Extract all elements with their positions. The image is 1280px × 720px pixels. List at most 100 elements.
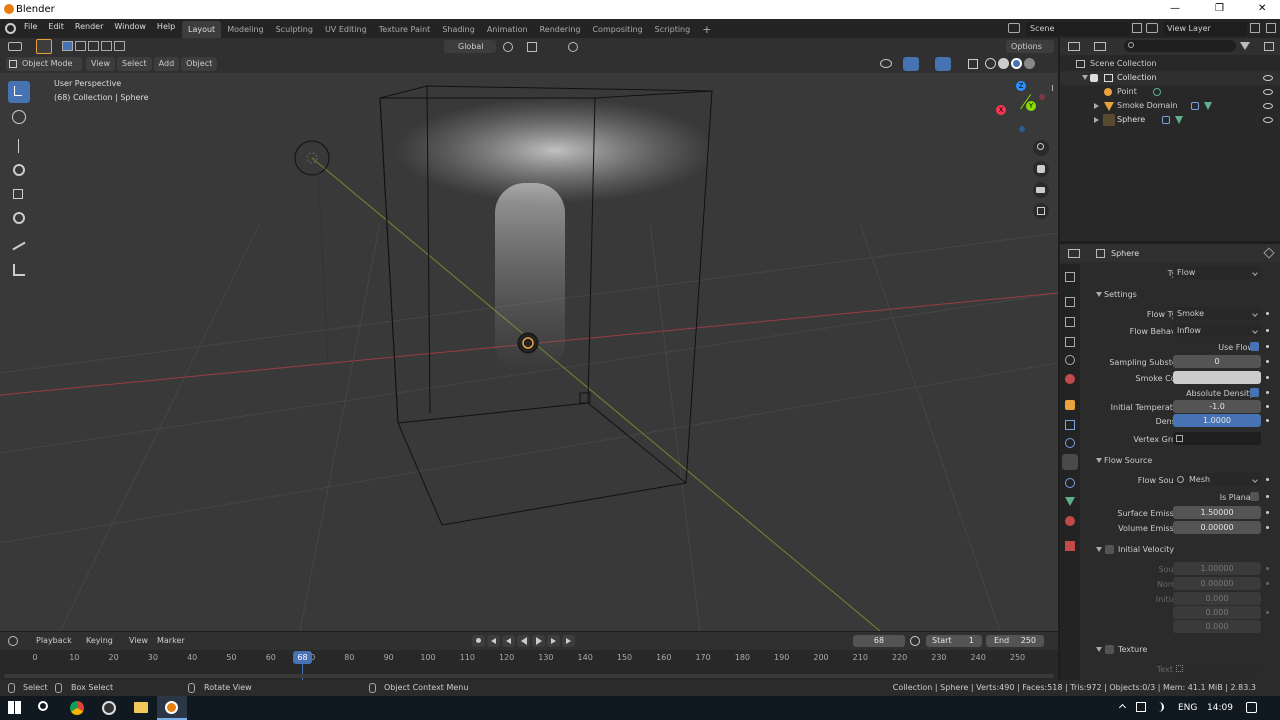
outliner-row-smoke-domain[interactable]: Smoke Domain <box>1060 99 1280 113</box>
transform-tool[interactable] <box>8 207 30 229</box>
render-tab-icon[interactable] <box>1065 297 1075 307</box>
minimize-button[interactable]: — <box>1170 4 1180 14</box>
tab-texture-paint[interactable]: Texture Paint <box>373 21 437 38</box>
display-mode-icon[interactable] <box>1094 42 1106 51</box>
menu-render[interactable]: Render <box>75 23 103 31</box>
vertex-group-field[interactable] <box>1173 432 1261 445</box>
volume-icon[interactable] <box>1154 702 1164 712</box>
texture-checkbox[interactable] <box>1105 645 1114 654</box>
camera-view-button[interactable] <box>1033 182 1049 198</box>
sampling-field[interactable]: 0 <box>1173 355 1261 368</box>
point-eye-icon[interactable] <box>1263 89 1273 95</box>
mode-dropdown[interactable]: Object Mode <box>6 57 82 71</box>
density-field[interactable]: 1.0000 <box>1173 414 1261 427</box>
playhead[interactable]: 68 <box>293 651 312 664</box>
cursor-tool[interactable] <box>8 106 30 128</box>
navigation-gizmo[interactable]: Z Y X <box>994 81 1048 135</box>
scene-tab-icon[interactable] <box>1065 355 1075 365</box>
menu-select[interactable]: Select <box>116 57 152 71</box>
network-icon[interactable] <box>1136 702 1146 712</box>
current-frame-field[interactable]: 68 <box>853 635 905 647</box>
menu-add[interactable]: Add <box>153 57 180 71</box>
keyframe-dot-icon[interactable] <box>1266 478 1269 481</box>
filter-icon[interactable] <box>1240 42 1250 50</box>
xray-toggle-icon[interactable] <box>968 59 978 69</box>
stopwatch-icon[interactable] <box>910 636 920 646</box>
outliner-row-sphere[interactable]: Sphere <box>1060 113 1280 127</box>
start-frame-field[interactable]: Start 1 <box>926 635 982 647</box>
material-tab-icon[interactable] <box>1065 516 1075 526</box>
outliner-search-input[interactable] <box>1124 40 1236 52</box>
light-data-icon[interactable] <box>1153 88 1161 96</box>
view-layer-tab-icon[interactable] <box>1065 337 1075 347</box>
texture-collapse-icon[interactable] <box>1096 647 1102 652</box>
chrome-icon[interactable] <box>70 701 84 715</box>
source-field[interactable]: 1.00000 <box>1173 562 1261 575</box>
select-subtract-icon[interactable] <box>88 41 99 51</box>
texture-field[interactable] <box>1173 662 1261 675</box>
move-tool[interactable] <box>8 135 30 157</box>
3d-viewport[interactable]: User Perspective (68) Collection | Spher… <box>0 73 1058 631</box>
texture-header[interactable]: Texture <box>1118 646 1147 654</box>
select-intersect-icon[interactable] <box>114 41 125 51</box>
keyframe-dot-icon[interactable] <box>1266 567 1269 570</box>
normal-field[interactable]: 0.00000 <box>1173 577 1261 590</box>
select-invert-icon[interactable] <box>101 41 112 51</box>
data-tab-icon[interactable] <box>1065 497 1075 506</box>
initial-y-field[interactable]: 0.000 <box>1173 606 1261 619</box>
flow-source-header[interactable]: Flow Source <box>1104 457 1152 465</box>
scene-selector[interactable]: Scene <box>1026 22 1130 36</box>
solid-shading-icon[interactable] <box>998 58 1009 69</box>
mesh-data-icon[interactable] <box>1204 102 1212 110</box>
settings-collapse-icon[interactable] <box>1096 292 1102 297</box>
mesh-data-icon[interactable] <box>1175 116 1183 124</box>
init-temp-field[interactable]: -1.0 <box>1173 400 1261 413</box>
visibility-icon[interactable] <box>880 59 892 68</box>
clock[interactable]: 14:09 <box>1207 704 1233 713</box>
keyframe-dot-icon[interactable] <box>1266 405 1269 408</box>
tab-rendering[interactable]: Rendering <box>534 21 587 38</box>
keyframe-dot-icon[interactable] <box>1266 360 1269 363</box>
rotate-tool[interactable] <box>8 159 30 181</box>
flow-source-dropdown[interactable]: Mesh <box>1173 473 1261 486</box>
blender-taskbar-button[interactable] <box>157 696 187 720</box>
tab-layout[interactable]: Layout <box>182 21 222 38</box>
record-button[interactable] <box>472 635 485 647</box>
menu-window[interactable]: Window <box>114 23 146 31</box>
keyframe-dot-icon[interactable] <box>1266 312 1269 315</box>
editor-type-icon[interactable] <box>8 42 22 51</box>
tab-sculpting[interactable]: Sculpting <box>270 21 319 38</box>
tab-shading[interactable]: Shading <box>436 21 481 38</box>
flow-source-collapse-icon[interactable] <box>1096 458 1102 463</box>
tab-compositing[interactable]: Compositing <box>586 21 648 38</box>
jump-start-button[interactable] <box>487 635 500 647</box>
expand-arrow-icon[interactable] <box>1082 75 1088 80</box>
world-tab-icon[interactable] <box>1065 374 1075 384</box>
snap-icon[interactable] <box>527 42 537 52</box>
timeline-scrollbar[interactable] <box>4 674 1054 678</box>
type-dropdown[interactable]: Flow <box>1173 266 1261 279</box>
is-planar-checkbox[interactable] <box>1250 492 1259 501</box>
scale-tool[interactable] <box>8 183 30 205</box>
play-button[interactable] <box>532 635 545 647</box>
pin-icon[interactable] <box>1263 247 1275 259</box>
keying-menu[interactable]: Keying <box>86 637 113 645</box>
overlay-toggle-icon[interactable] <box>935 57 951 71</box>
initial-x-field[interactable]: 0.000 <box>1173 592 1261 605</box>
zoom-button[interactable] <box>1033 140 1049 156</box>
initial-velocity-collapse-icon[interactable] <box>1096 547 1102 552</box>
sphere-eye-icon[interactable] <box>1263 117 1273 123</box>
keyframe-dot-icon[interactable] <box>1266 329 1269 332</box>
keyframe-dot-icon[interactable] <box>1266 526 1269 529</box>
initial-z-field[interactable]: 0.000 <box>1173 620 1261 633</box>
maximize-button[interactable]: ❐ <box>1215 4 1224 14</box>
use-flow-checkbox[interactable] <box>1250 342 1259 351</box>
proportional-edit-icon[interactable] <box>568 42 578 52</box>
tab-scripting[interactable]: Scripting <box>649 21 697 38</box>
select-extend-icon[interactable] <box>75 41 86 51</box>
keyframe-dot-icon[interactable] <box>1266 391 1269 394</box>
expand-arrow-icon[interactable] <box>1094 117 1099 123</box>
rendered-shading-icon[interactable] <box>1024 58 1035 69</box>
expand-arrow-icon[interactable] <box>1094 103 1099 109</box>
outliner-row-point[interactable]: Point <box>1060 85 1280 99</box>
